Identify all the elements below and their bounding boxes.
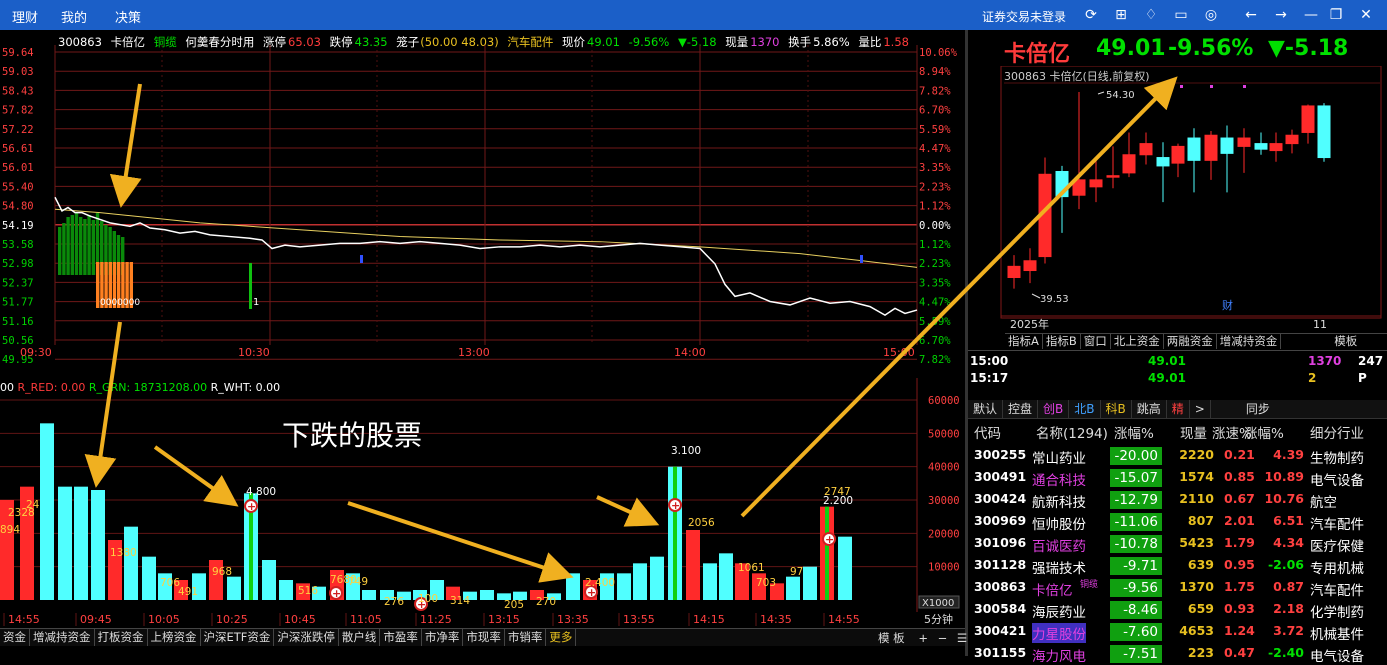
arrow-1: [109, 83, 142, 208]
arrow-5: [596, 495, 660, 527]
arrow-4: [347, 501, 574, 583]
arrow-2: [84, 321, 122, 488]
annotation-arrows: [84, 76, 1178, 583]
arrow-3: [153, 445, 239, 507]
arrow-6: [740, 76, 1178, 518]
